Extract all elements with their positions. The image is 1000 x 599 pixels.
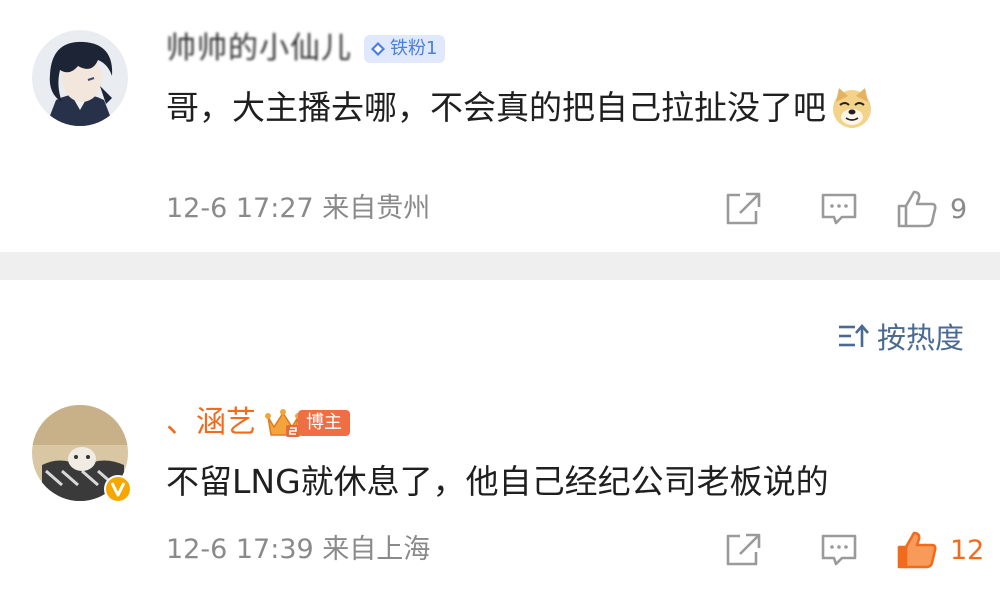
- comment-meta: 12-6 17:39 来自上海: [166, 534, 431, 565]
- avatar[interactable]: [32, 30, 128, 126]
- sort-row: 按热度: [0, 280, 1000, 386]
- diamond-icon: [371, 42, 385, 56]
- comment-actions: 12: [680, 526, 1000, 574]
- blogger-badge-label: 博主: [298, 410, 350, 436]
- share-icon: [726, 533, 761, 566]
- like-count: 9: [950, 193, 968, 225]
- comment-text: 不留LNG就休息了，他自己经纪公司老板说的: [166, 459, 829, 505]
- reply-button[interactable]: [820, 532, 858, 568]
- like-count: 12: [950, 534, 985, 566]
- doge-emoji-icon: [833, 88, 871, 128]
- comment-item: 帅帅的小仙儿 铁粉1 哥，大主播去哪，不会真的把自己拉扯没了吧 12-6 17:…: [0, 0, 1000, 252]
- crown-icon: [265, 409, 301, 437]
- comment-text: 哥，大主播去哪，不会真的把自己拉扯没了吧: [166, 85, 874, 131]
- sort-icon: [838, 324, 869, 347]
- like-button[interactable]: 12: [896, 528, 984, 572]
- fan-badge[interactable]: 铁粉1: [364, 35, 446, 63]
- share-icon: [726, 192, 761, 225]
- comment-item: 、涵艺 博主 不留LNG就休息了，他自己经纪公司老板说的 12-6 17:39 …: [0, 386, 1000, 599]
- reply-button[interactable]: [820, 191, 858, 227]
- sort-label: 按热度: [876, 321, 964, 355]
- share-button[interactable]: [724, 191, 762, 227]
- section-divider: [0, 252, 1000, 280]
- fan-badge-label: 铁粉1: [390, 38, 438, 59]
- comment-actions: 9: [680, 185, 1000, 233]
- comment-body: 不留LNG就休息了，他自己经纪公司老板说的: [166, 462, 829, 501]
- username[interactable]: 、涵艺: [166, 403, 256, 443]
- blogger-badge[interactable]: 博主: [264, 407, 350, 439]
- comment-icon: [821, 534, 857, 566]
- thumbs-up-icon: [897, 531, 937, 569]
- weibo-comment-list: 帅帅的小仙儿 铁粉1 哥，大主播去哪，不会真的把自己拉扯没了吧 12-6 17:…: [0, 0, 1000, 599]
- comment-meta: 12-6 17:27 来自贵州: [166, 193, 431, 224]
- sort-by-hot-button[interactable]: 按热度: [837, 316, 964, 356]
- share-button[interactable]: [724, 532, 762, 568]
- user-row: 、涵艺 博主: [166, 403, 350, 443]
- username[interactable]: 帅帅的小仙儿: [166, 29, 352, 69]
- like-button[interactable]: 9: [896, 187, 967, 231]
- user-row: 帅帅的小仙儿 铁粉1: [166, 29, 446, 69]
- comment-body: 哥，大主播去哪，不会真的把自己拉扯没了吧: [166, 88, 826, 127]
- comment-icon: [821, 193, 857, 225]
- vip-v-icon: [104, 475, 132, 503]
- thumbs-up-icon: [897, 190, 937, 228]
